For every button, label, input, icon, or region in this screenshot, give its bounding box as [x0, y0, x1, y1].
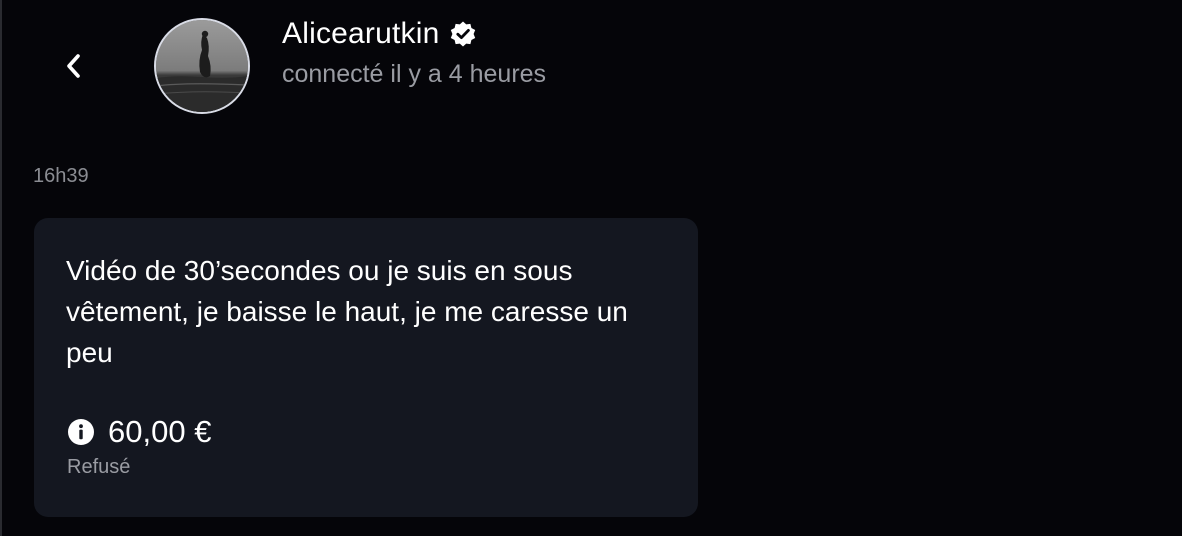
message-timestamp: 16h39	[33, 165, 89, 187]
price-row: 60,00 €	[67, 414, 211, 450]
username[interactable]: Alicearutkin	[282, 17, 439, 51]
message-bubble[interactable]: Vidéo de 30’secondes ou je suis en sous …	[34, 218, 698, 517]
chevron-left-icon	[67, 54, 80, 78]
info-icon[interactable]	[67, 418, 95, 446]
price-status: Refusé	[67, 456, 131, 478]
window-edge	[0, 0, 2, 536]
avatar-image	[156, 20, 248, 112]
verified-badge-icon	[451, 21, 476, 47]
message-text: Vidéo de 30’secondes ou je suis en sous …	[66, 255, 628, 368]
back-button[interactable]	[56, 46, 92, 86]
price: 60,00 €	[108, 414, 212, 449]
avatar[interactable]	[154, 18, 250, 114]
online-status: connecté il y a 4 heures	[282, 60, 547, 88]
username-row: Alicearutkin	[282, 14, 477, 54]
